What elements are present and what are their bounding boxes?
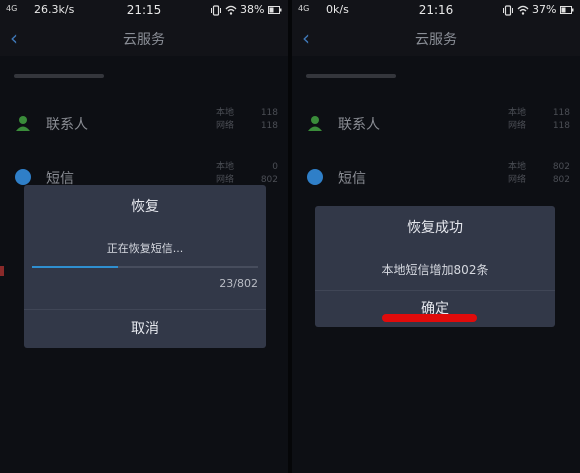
- status-right: 37%: [503, 3, 574, 16]
- cancel-button[interactable]: 取消: [24, 310, 266, 348]
- screen-restore-success: 4G 0k/s 21:16 37% ‹ 云服务 联系人 本地 118 网络 118 …: [292, 0, 580, 473]
- status-bar: 4G 26.3k/s 21:15 38%: [0, 0, 288, 20]
- success-dialog: 恢复成功 本地短信增加802条 确定: [315, 206, 555, 327]
- list-item-label: 联系人: [46, 117, 88, 133]
- status-right: 38%: [211, 3, 282, 16]
- sync-stats: 本地 118 网络 118: [216, 108, 278, 131]
- battery-percent: 37%: [532, 3, 557, 16]
- status-bar: 4G 0k/s 21:16 37%: [292, 0, 580, 20]
- list-item-contacts[interactable]: 联系人 本地 118 网络 118: [292, 104, 580, 144]
- list-item-label: 联系人: [338, 117, 380, 133]
- battery-icon: [560, 6, 574, 14]
- wifi-icon: [225, 5, 237, 15]
- account-placeholder: [14, 74, 104, 78]
- screen-restoring: 4G 26.3k/s 21:15 38% ‹ 云服务 联系人 本地 118 网络 1…: [0, 0, 288, 473]
- annotation-underline: [382, 314, 477, 322]
- progress-bar: [32, 266, 258, 268]
- row-marker: [0, 266, 4, 276]
- message-icon: [15, 169, 31, 185]
- page-title: 云服务: [415, 32, 457, 48]
- sync-stats: 本地 802 网络 802: [508, 162, 570, 185]
- title-bar: ‹ 云服务: [292, 20, 580, 56]
- page-title: 云服务: [123, 32, 165, 48]
- dialog-title: 恢复: [131, 199, 159, 215]
- message-icon: [307, 169, 323, 185]
- person-icon: [308, 116, 322, 131]
- person-icon: [16, 116, 30, 131]
- dialog-message: 正在恢复短信...: [106, 242, 184, 255]
- title-bar: ‹ 云服务: [0, 20, 288, 56]
- account-placeholder: [306, 74, 396, 78]
- restore-dialog: 恢复 正在恢复短信... 23/802 取消: [24, 185, 266, 348]
- dialog-title: 恢复成功: [407, 220, 463, 236]
- vibrate-icon: [211, 4, 222, 16]
- dialog-message: 本地短信增加802条: [381, 263, 489, 277]
- wifi-icon: [517, 5, 529, 15]
- sync-stats: 本地 0 网络 802: [216, 162, 278, 185]
- progress-fill: [32, 266, 118, 268]
- list-item-sms[interactable]: 短信 本地 802 网络 802: [292, 158, 580, 198]
- list-item-contacts[interactable]: 联系人 本地 118 网络 118: [0, 104, 288, 144]
- vibrate-icon: [503, 4, 514, 16]
- battery-percent: 38%: [240, 3, 265, 16]
- list-item-label: 短信: [338, 171, 366, 187]
- battery-icon: [268, 6, 282, 14]
- sync-stats: 本地 118 网络 118: [508, 108, 570, 131]
- progress-count: 23/802: [219, 277, 258, 290]
